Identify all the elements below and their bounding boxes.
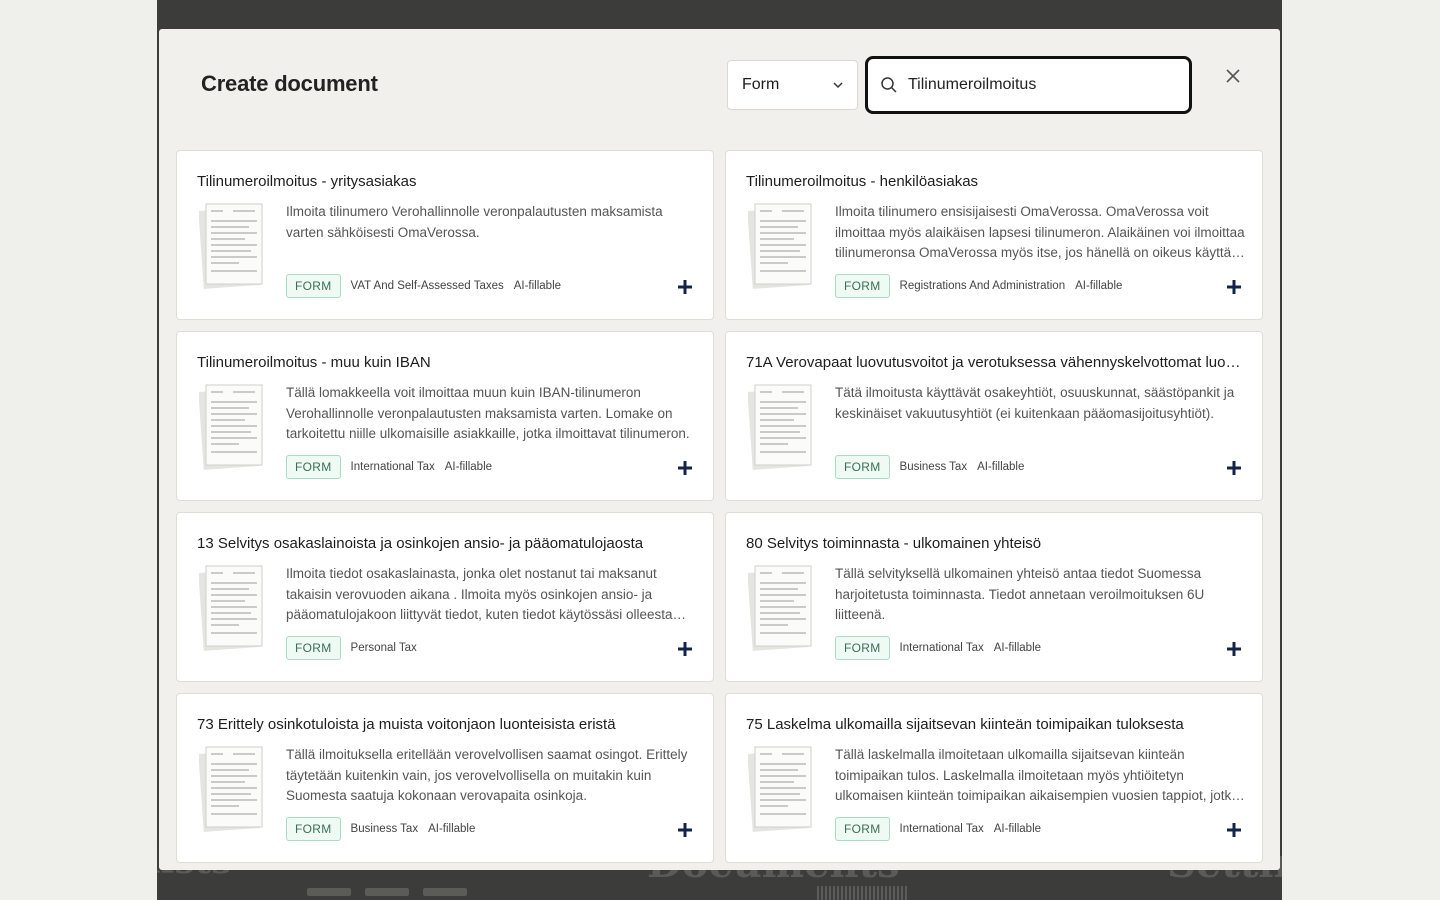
document-thumbnail-icon: [199, 384, 263, 470]
document-thumbnail-icon: [748, 565, 812, 651]
search-icon: [881, 77, 897, 93]
document-title: 73 Erittely osinkotuloista ja muista voi…: [197, 716, 616, 733]
document-description: Tällä selvityksellä ulkomainen yhteisö a…: [835, 566, 1205, 623]
document-title: 75 Laskelma ulkomailla sijaitsevan kiint…: [746, 716, 1184, 733]
category-label: International Tax: [350, 461, 435, 473]
form-badge: FORM: [835, 455, 890, 479]
document-card[interactable]: 80 Selvitys toiminnasta - ulkomainen yht…: [725, 512, 1263, 682]
document-card[interactable]: Tilinumeroilmoitus - yritysasiakas Ilmoi…: [176, 150, 714, 320]
form-badge: FORM: [286, 636, 341, 660]
ai-fillable-label: AI-fillable: [444, 461, 493, 473]
document-thumbnail-icon: [199, 203, 263, 289]
document-title: Tilinumeroilmoitus - muu kuin IBAN: [197, 354, 431, 371]
document-thumbnail-icon: [748, 384, 812, 470]
search-field[interactable]: [865, 56, 1192, 114]
document-tags: FORM VAT And Self-Assessed Taxes AI-fill…: [286, 274, 561, 298]
close-icon[interactable]: [1223, 66, 1243, 86]
form-badge: FORM: [835, 274, 890, 298]
category-label: Registrations And Administration: [899, 280, 1066, 292]
add-icon[interactable]: [677, 641, 693, 657]
document-description: Tällä ilmoituksella eritellään verovelvo…: [286, 747, 688, 804]
category-label: International Tax: [899, 642, 984, 654]
document-description: Tällä laskelmalla ilmoitetaan ulkomailla…: [835, 747, 1239, 804]
document-tags: FORM International Tax AI-fillable: [835, 817, 1041, 841]
add-icon[interactable]: [677, 460, 693, 476]
form-badge: FORM: [286, 455, 341, 479]
document-title: 71A Verovapaat luovutusvoitot ja verotuk…: [746, 354, 1246, 371]
document-card[interactable]: Tilinumeroilmoitus - henkilöasiakas Ilmo…: [725, 150, 1263, 320]
document-tags: FORM International Tax AI-fillable: [835, 636, 1041, 660]
document-tags: FORM Business Tax AI-fillable: [835, 455, 1024, 479]
category-label: Business Tax: [350, 823, 419, 835]
document-card[interactable]: 75 Laskelma ulkomailla sijaitsevan kiint…: [725, 693, 1263, 863]
add-icon[interactable]: [1226, 460, 1242, 476]
document-tags: FORM Business Tax AI-fillable: [286, 817, 475, 841]
document-card[interactable]: 71A Verovapaat luovutusvoitot ja verotuk…: [725, 331, 1263, 501]
document-title: 13 Selvitys osakaslainoista ja osinkojen…: [197, 535, 644, 552]
document-card[interactable]: Tilinumeroilmoitus - muu kuin IBAN Tällä…: [176, 331, 714, 501]
document-description: Tällä lomakkeella voit ilmoittaa muun ku…: [286, 385, 690, 442]
document-thumbnail-icon: [199, 565, 263, 651]
ai-fillable-label: AI-fillable: [513, 280, 562, 292]
background-pattern: [817, 886, 907, 900]
document-title: Tilinumeroilmoitus - yritysasiakas: [197, 173, 417, 190]
add-icon[interactable]: [1226, 279, 1242, 295]
add-icon[interactable]: [677, 822, 693, 838]
document-thumbnail-icon: [748, 746, 812, 832]
ai-fillable-label: AI-fillable: [428, 823, 476, 835]
ai-fillable-label: AI-fillable: [977, 461, 1025, 473]
document-description: Ilmoita tiedot osakaslainasta, jonka ole…: [286, 566, 673, 623]
ai-fillable-label: AI-fillable: [993, 642, 1042, 654]
chevron-down-icon: [833, 82, 843, 89]
form-badge: FORM: [286, 817, 341, 841]
document-thumbnail-icon: [199, 746, 263, 832]
category-label: Personal Tax: [350, 642, 417, 654]
add-icon[interactable]: [677, 279, 693, 295]
create-document-modal: Create document Form Tilinumeroilmoitus …: [159, 29, 1280, 870]
form-badge: FORM: [835, 636, 890, 660]
category-label: VAT And Self-Assessed Taxes: [350, 280, 504, 292]
document-tags: FORM Personal Tax: [286, 636, 427, 660]
add-icon[interactable]: [1226, 822, 1242, 838]
document-title: 80 Selvitys toiminnasta - ulkomainen yht…: [746, 535, 1042, 552]
ai-fillable-label: AI-fillable: [1075, 280, 1123, 292]
document-card[interactable]: 13 Selvitys osakaslainoista ja osinkojen…: [176, 512, 714, 682]
document-description: Ilmoita tilinumero ensisijaisesti OmaVer…: [835, 204, 1245, 261]
document-description: Ilmoita tilinumero Verohallinnolle veron…: [286, 204, 663, 240]
type-filter-value: Form: [742, 76, 780, 93]
type-filter-select[interactable]: Form: [727, 60, 858, 110]
search-input[interactable]: [908, 76, 1168, 94]
form-badge: FORM: [835, 817, 890, 841]
modal-title: Create document: [201, 71, 378, 96]
ai-fillable-label: AI-fillable: [993, 823, 1042, 835]
document-description: Tätä ilmoitusta käyttävät osakeyhtiöt, o…: [835, 385, 1235, 421]
document-thumbnail-icon: [748, 203, 812, 289]
document-card[interactable]: 73 Erittely osinkotuloista ja muista voi…: [176, 693, 714, 863]
add-icon[interactable]: [1226, 641, 1242, 657]
form-badge: FORM: [286, 274, 341, 298]
document-tags: FORM Registrations And Administration AI…: [835, 274, 1122, 298]
document-tags: FORM International Tax AI-fillable: [286, 455, 492, 479]
category-label: International Tax: [899, 823, 984, 835]
background-tabs: [307, 888, 467, 896]
category-label: Business Tax: [899, 461, 968, 473]
document-grid: Tilinumeroilmoitus - yritysasiakas Ilmoi…: [176, 150, 1263, 863]
document-title: Tilinumeroilmoitus - henkilöasiakas: [746, 173, 979, 190]
